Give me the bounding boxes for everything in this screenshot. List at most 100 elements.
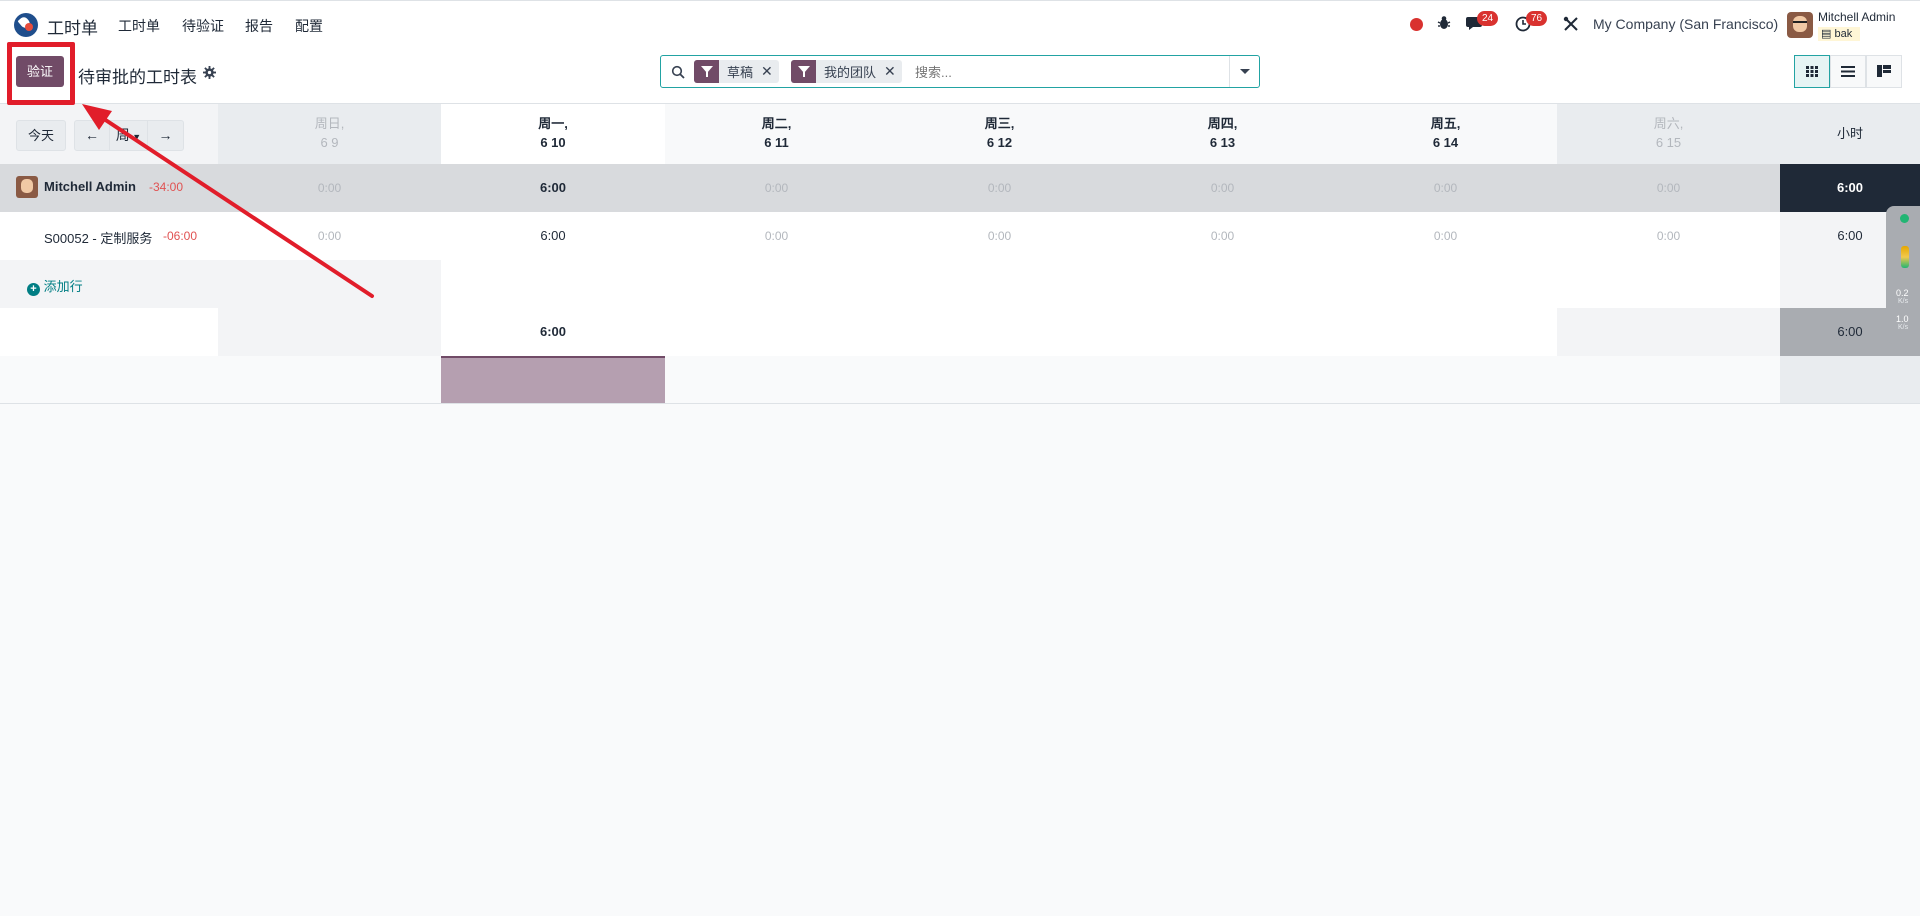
arrow-left-icon[interactable]: ← — [74, 120, 110, 151]
weekday: 周一, — [538, 116, 568, 131]
menu-to-validate[interactable]: 待验证 — [182, 16, 224, 36]
weekday: 周日, — [314, 116, 345, 131]
close-icon[interactable]: ✕ — [761, 63, 779, 80]
chevron-down-icon[interactable] — [1229, 56, 1259, 87]
kanban-icon — [1877, 65, 1891, 77]
task-cell[interactable]: 0:00 — [1557, 212, 1780, 260]
task-name: S00052 - 定制服务 — [44, 231, 153, 246]
kanban-view-button[interactable] — [1866, 55, 1902, 88]
tools-icon[interactable] — [1563, 16, 1579, 32]
date: 6 10 — [540, 135, 566, 150]
day-header-fri: 周五, 6 14 — [1334, 104, 1557, 164]
task-row: S00052 - 定制服务 -06:00 0:00 6:00 0:00 0:00… — [0, 212, 1920, 260]
arrow-right-icon[interactable]: → — [148, 120, 184, 151]
day-header-thu: 周四, 6 13 — [1111, 104, 1334, 164]
control-panel: 验证 待审批的工时表 草稿 ✕ 我的团队 ✕ — [0, 46, 1920, 104]
db-badge: ▤ bak — [1818, 27, 1861, 41]
grid-header-nav: 今天 ← 周 ▼ → — [0, 104, 218, 164]
day-total-mon: 6:00 — [539, 324, 567, 339]
employee-cell: 0:00 — [1433, 181, 1458, 195]
hours-bar-mon — [441, 356, 665, 403]
employee-cell: 0:00 — [317, 181, 342, 195]
caret-down-icon: ▼ — [129, 132, 142, 142]
totals-row: 6:00 6:00 — [0, 308, 1920, 356]
day-header-wed: 周三, 6 12 — [888, 104, 1111, 164]
day-header-sat: 周六, 6 15 — [1557, 104, 1780, 164]
weekday: 周三, — [984, 116, 1015, 131]
download-speed: 1.0 — [1896, 314, 1909, 324]
grid-icon — [1806, 66, 1818, 77]
facet-label: 草稿 — [727, 65, 754, 80]
user-menu[interactable]: Mitchell Admin ▤ bak — [1818, 10, 1895, 41]
top-navbar: 工时单 工时单 待验证 报告 配置 24 76 My Company (San … — [0, 0, 1920, 46]
task-cell[interactable]: 0:00 — [218, 212, 441, 260]
date: 6 15 — [1655, 135, 1682, 150]
employee-cell: 6:00 — [539, 180, 567, 195]
bar-row — [0, 356, 1920, 404]
network-speed-widget: 0.2 K/s 1.0 K/s — [1886, 206, 1920, 344]
add-line-link[interactable]: + 添加行 — [27, 276, 83, 296]
avatar[interactable] — [1787, 12, 1813, 38]
highlight-frame — [7, 42, 75, 105]
plus-circle-icon: + — [27, 283, 40, 296]
search-input[interactable] — [915, 63, 1215, 81]
day-total-sun — [218, 308, 441, 356]
task-cell[interactable]: 6:00 — [441, 212, 665, 260]
day-header-tue: 周二, 6 11 — [665, 104, 888, 164]
day-total-sat — [1557, 308, 1780, 356]
task-label: S00052 - 定制服务 -06:00 — [0, 212, 218, 260]
task-cell[interactable]: 0:00 — [1334, 212, 1557, 260]
list-icon — [1841, 66, 1855, 77]
date: 6 13 — [1209, 135, 1236, 150]
add-line-cell: + 添加行 — [0, 260, 218, 308]
facet-label: 我的团队 — [824, 65, 877, 80]
total-header: 小时 — [1780, 104, 1920, 164]
search-facet-draft: 草稿 ✕ — [694, 60, 779, 83]
employee-cell: 0:00 — [987, 181, 1012, 195]
day-header-mon: 周一, 6 10 — [441, 104, 665, 164]
download-unit: K/s — [1898, 324, 1909, 331]
list-view-button[interactable] — [1830, 55, 1866, 88]
task-cell[interactable]: 0:00 — [665, 212, 888, 260]
grid-view-button[interactable] — [1794, 55, 1830, 88]
upload-unit: K/s — [1898, 298, 1909, 305]
company-switcher[interactable]: My Company (San Francisco) — [1593, 16, 1778, 32]
close-icon[interactable]: ✕ — [884, 63, 902, 80]
period-dropdown[interactable]: 周 ▼ — [110, 120, 148, 151]
today-button[interactable]: 今天 — [16, 120, 66, 151]
date: 6 12 — [986, 135, 1013, 150]
day-header-sun: 周日, 6 9 — [218, 104, 441, 164]
search-bar[interactable]: 草稿 ✕ 我的团队 ✕ — [660, 55, 1260, 88]
upload-speed: 0.2 — [1896, 288, 1909, 298]
weekday: 周四, — [1207, 116, 1238, 131]
search-icon — [671, 65, 685, 79]
employee-label: Mitchell Admin -34:00 — [0, 164, 218, 212]
grid-header: 今天 ← 周 ▼ → 周日, 6 9 周一, 6 10 周二, 6 11 周三, 6 1… — [0, 104, 1920, 164]
avatar — [16, 176, 38, 198]
employee-row[interactable]: Mitchell Admin -34:00 0:00 6:00 0:00 0:0… — [0, 164, 1920, 212]
date: 6 14 — [1432, 135, 1459, 150]
task-cell[interactable]: 0:00 — [888, 212, 1111, 260]
add-line-row: + 添加行 — [0, 260, 1920, 308]
task-cell[interactable]: 0:00 — [1111, 212, 1334, 260]
gear-icon[interactable] — [203, 66, 216, 79]
period-navigation: ← 周 ▼ → — [74, 120, 184, 151]
app-logo-icon[interactable] — [14, 13, 38, 37]
bug-icon[interactable] — [1437, 15, 1451, 31]
menu-configuration[interactable]: 配置 — [295, 16, 323, 36]
menu-timesheets[interactable]: 工时单 — [118, 16, 160, 36]
database-icon: ▤ — [1821, 28, 1835, 40]
app-name[interactable]: 工时单 — [47, 14, 98, 39]
date: 6 9 — [320, 135, 339, 150]
task-delta: -06:00 — [163, 229, 198, 243]
weekday: 周六, — [1653, 116, 1684, 131]
record-icon[interactable] — [1410, 18, 1423, 31]
menu-reporting[interactable]: 报告 — [245, 16, 273, 36]
employee-name: Mitchell Admin — [44, 179, 136, 194]
activity-badge: 76 — [1526, 11, 1548, 26]
employee-cell: 0:00 — [1210, 181, 1235, 195]
chat-badge: 24 — [1477, 11, 1499, 26]
signal-bar-icon — [1901, 246, 1909, 268]
filter-icon — [791, 60, 816, 83]
search-facet-my-team: 我的团队 ✕ — [791, 60, 902, 83]
